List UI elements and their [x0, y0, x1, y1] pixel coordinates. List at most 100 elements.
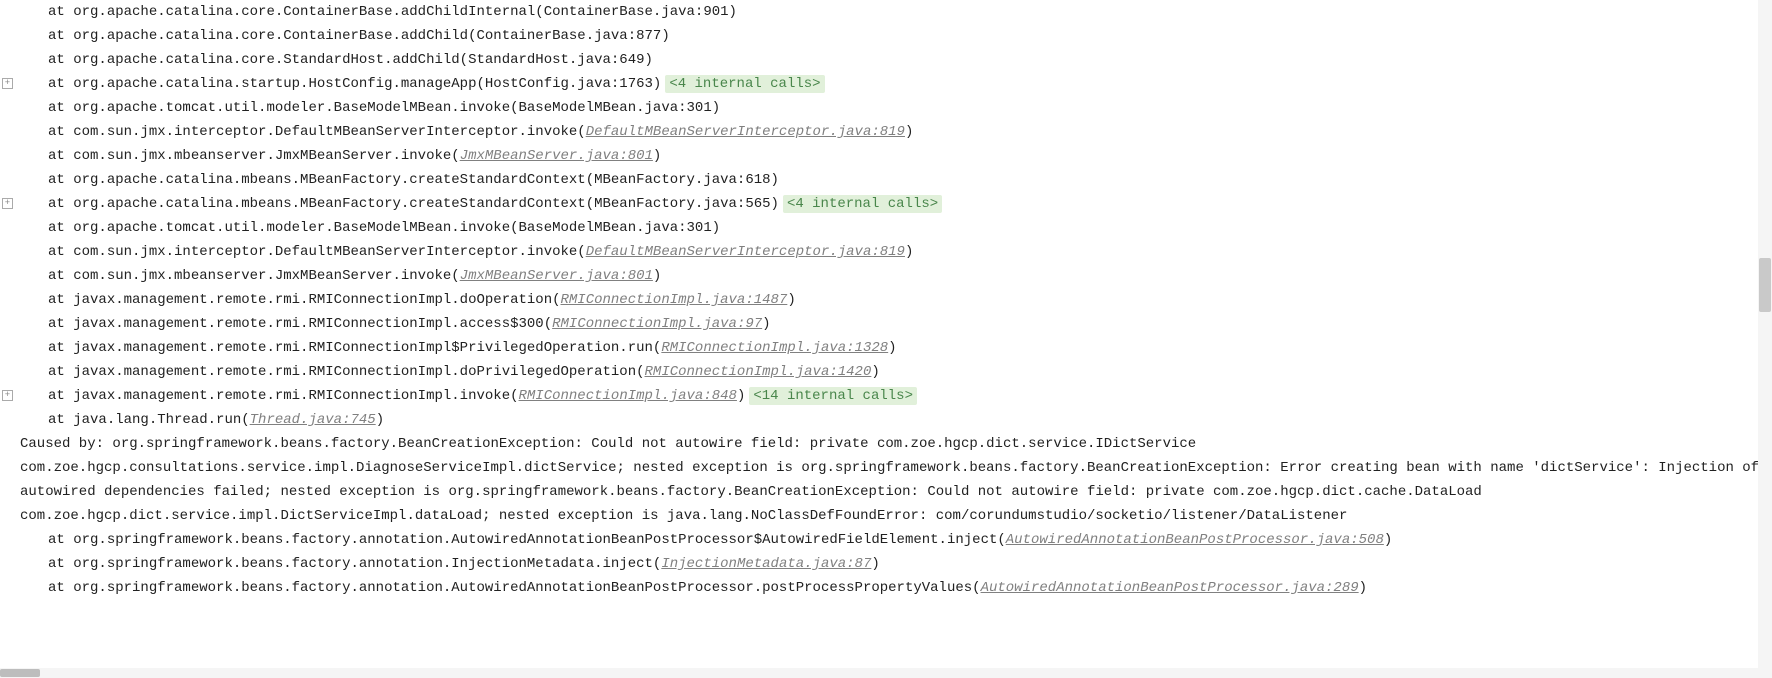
- at-keyword: at: [48, 100, 73, 116]
- expand-icon[interactable]: [2, 78, 13, 89]
- source-link[interactable]: RMIConnectionImpl.java:848: [519, 388, 737, 404]
- stack-frame-text: org.apache.catalina.mbeans.MBeanFactory.…: [73, 172, 779, 188]
- at-keyword: at: [48, 220, 73, 236]
- stack-frame-text: ): [653, 268, 661, 284]
- stack-frame-text: javax.management.remote.rmi.RMIConnectio…: [73, 292, 560, 308]
- stacktrace-line: at org.apache.catalina.startup.HostConfi…: [20, 72, 1772, 96]
- vertical-scrollbar[interactable]: [1758, 0, 1772, 678]
- exception-message: Caused by: org.springframework.beans.fac…: [20, 436, 1759, 524]
- source-link[interactable]: RMIConnectionImpl.java:1487: [561, 292, 788, 308]
- horizontal-scrollbar-thumb[interactable]: [0, 669, 40, 677]
- at-keyword: at: [48, 172, 73, 188]
- stack-frame-text: ): [871, 556, 879, 572]
- stack-frame-text: ): [787, 292, 795, 308]
- stack-frame-text: ): [1359, 580, 1367, 596]
- stack-frame-text: ): [762, 316, 770, 332]
- stack-frame-text: javax.management.remote.rmi.RMIConnectio…: [73, 340, 661, 356]
- stack-frame-text: com.sun.jmx.interceptor.DefaultMBeanServ…: [73, 124, 585, 140]
- stacktrace-line: at org.apache.tomcat.util.modeler.BaseMo…: [20, 216, 1772, 240]
- stacktrace-line: at org.springframework.beans.factory.ann…: [20, 552, 1772, 576]
- stack-frame-text: javax.management.remote.rmi.RMIConnectio…: [73, 388, 518, 404]
- at-keyword: at: [48, 52, 73, 68]
- stacktrace-line: at javax.management.remote.rmi.RMIConnec…: [20, 288, 1772, 312]
- at-keyword: at: [48, 196, 73, 212]
- internal-calls-badge[interactable]: <14 internal calls>: [749, 387, 917, 405]
- stack-frame-text: com.sun.jmx.mbeanserver.JmxMBeanServer.i…: [73, 148, 459, 164]
- stack-frame-text: com.sun.jmx.interceptor.DefaultMBeanServ…: [73, 244, 585, 260]
- source-link[interactable]: Thread.java:745: [250, 412, 376, 428]
- stack-frame-text: javax.management.remote.rmi.RMIConnectio…: [73, 316, 552, 332]
- at-keyword: at: [48, 148, 73, 164]
- stacktrace-line: at javax.management.remote.rmi.RMIConnec…: [20, 336, 1772, 360]
- source-link[interactable]: RMIConnectionImpl.java:97: [552, 316, 762, 332]
- at-keyword: at: [48, 532, 73, 548]
- source-link[interactable]: JmxMBeanServer.java:801: [460, 148, 653, 164]
- at-keyword: at: [48, 292, 73, 308]
- stacktrace-line: at javax.management.remote.rmi.RMIConnec…: [20, 312, 1772, 336]
- stacktrace-content: at org.apache.catalina.core.ContainerBas…: [0, 0, 1772, 600]
- horizontal-scrollbar[interactable]: [0, 668, 1772, 678]
- source-link[interactable]: DefaultMBeanServerInterceptor.java:819: [586, 124, 905, 140]
- stacktrace-line: at org.springframework.beans.factory.ann…: [20, 528, 1772, 552]
- stack-frame-text: ): [905, 124, 913, 140]
- stack-frame-text: org.apache.catalina.mbeans.MBeanFactory.…: [73, 196, 779, 212]
- internal-calls-badge[interactable]: <4 internal calls>: [665, 75, 824, 93]
- at-keyword: at: [48, 340, 73, 356]
- expand-icon[interactable]: [2, 390, 13, 401]
- at-keyword: at: [48, 316, 73, 332]
- vertical-scrollbar-thumb[interactable]: [1759, 258, 1771, 312]
- stack-frame-text: org.apache.catalina.core.ContainerBase.a…: [73, 28, 670, 44]
- stacktrace-line: at org.springframework.beans.factory.ann…: [20, 576, 1772, 600]
- stacktrace-line: at org.apache.catalina.mbeans.MBeanFacto…: [20, 192, 1772, 216]
- stack-frame-text: ): [737, 388, 745, 404]
- stack-frame-text: org.apache.tomcat.util.modeler.BaseModel…: [73, 100, 720, 116]
- stacktrace-line: at org.apache.catalina.core.ContainerBas…: [20, 0, 1772, 24]
- at-keyword: at: [48, 4, 73, 20]
- at-keyword: at: [48, 124, 73, 140]
- source-link[interactable]: AutowiredAnnotationBeanPostProcessor.jav…: [1006, 532, 1384, 548]
- stack-frame-text: java.lang.Thread.run(: [73, 412, 249, 428]
- source-link[interactable]: RMIConnectionImpl.java:1328: [661, 340, 888, 356]
- stack-frame-text: ): [376, 412, 384, 428]
- stack-frame-text: ): [1384, 532, 1392, 548]
- stack-frame-text: org.springframework.beans.factory.annota…: [73, 580, 980, 596]
- caused-by-line: Caused by: org.springframework.beans.fac…: [20, 432, 1772, 528]
- at-keyword: at: [48, 388, 73, 404]
- stacktrace-line: at org.apache.catalina.core.ContainerBas…: [20, 24, 1772, 48]
- stacktrace-line: at javax.management.remote.rmi.RMIConnec…: [20, 360, 1772, 384]
- internal-calls-badge[interactable]: <4 internal calls>: [783, 195, 942, 213]
- stack-frame-text: javax.management.remote.rmi.RMIConnectio…: [73, 364, 644, 380]
- stack-frame-text: ): [888, 340, 896, 356]
- stack-frame-text: com.sun.jmx.mbeanserver.JmxMBeanServer.i…: [73, 268, 459, 284]
- expand-icon[interactable]: [2, 198, 13, 209]
- stacktrace-line: at javax.management.remote.rmi.RMIConnec…: [20, 384, 1772, 408]
- source-link[interactable]: RMIConnectionImpl.java:1420: [645, 364, 872, 380]
- at-keyword: at: [48, 556, 73, 572]
- at-keyword: at: [48, 244, 73, 260]
- source-link[interactable]: DefaultMBeanServerInterceptor.java:819: [586, 244, 905, 260]
- at-keyword: at: [48, 28, 73, 44]
- stack-frame-text: ): [653, 148, 661, 164]
- stack-frame-text: org.apache.catalina.core.ContainerBase.a…: [73, 4, 737, 20]
- stack-frame-text: org.springframework.beans.factory.annota…: [73, 556, 661, 572]
- at-keyword: at: [48, 76, 73, 92]
- at-keyword: at: [48, 412, 73, 428]
- stack-frame-text: ): [871, 364, 879, 380]
- stack-frame-text: org.apache.catalina.core.StandardHost.ad…: [73, 52, 653, 68]
- stacktrace-line: at java.lang.Thread.run(Thread.java:745): [20, 408, 1772, 432]
- stack-frame-text: ): [905, 244, 913, 260]
- stacktrace-line: at org.apache.tomcat.util.modeler.BaseMo…: [20, 96, 1772, 120]
- stack-frame-text: org.springframework.beans.factory.annota…: [73, 532, 1006, 548]
- source-link[interactable]: JmxMBeanServer.java:801: [460, 268, 653, 284]
- stacktrace-line: at com.sun.jmx.interceptor.DefaultMBeanS…: [20, 240, 1772, 264]
- stacktrace-line: at com.sun.jmx.interceptor.DefaultMBeanS…: [20, 120, 1772, 144]
- at-keyword: at: [48, 364, 73, 380]
- stacktrace-line: at com.sun.jmx.mbeanserver.JmxMBeanServe…: [20, 264, 1772, 288]
- source-link[interactable]: InjectionMetadata.java:87: [661, 556, 871, 572]
- stacktrace-line: at org.apache.catalina.core.StandardHost…: [20, 48, 1772, 72]
- stack-frame-text: org.apache.catalina.startup.HostConfig.m…: [73, 76, 661, 92]
- at-keyword: at: [48, 580, 73, 596]
- stack-frame-text: org.apache.tomcat.util.modeler.BaseModel…: [73, 220, 720, 236]
- source-link[interactable]: AutowiredAnnotationBeanPostProcessor.jav…: [981, 580, 1359, 596]
- stacktrace-line: at com.sun.jmx.mbeanserver.JmxMBeanServe…: [20, 144, 1772, 168]
